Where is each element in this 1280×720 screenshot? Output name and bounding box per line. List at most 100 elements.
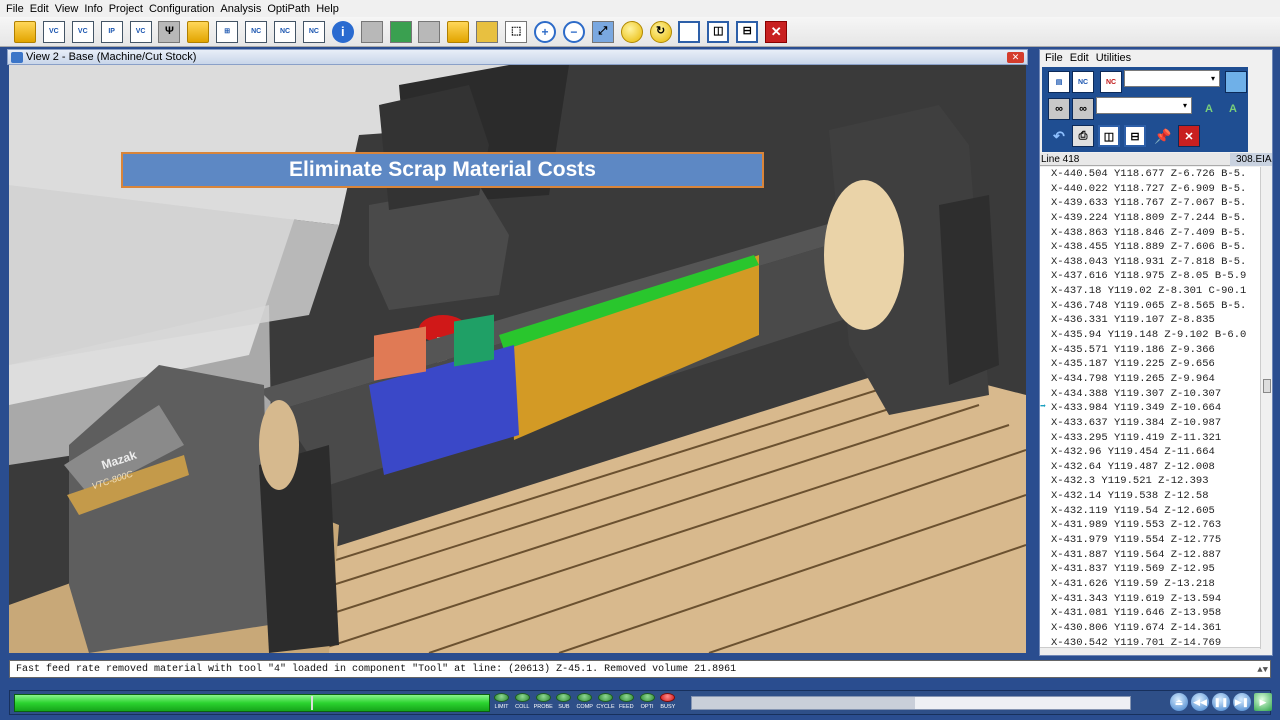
menu-edit[interactable]: Edit xyxy=(30,3,49,15)
program-select[interactable]: ▾ xyxy=(1124,70,1220,87)
fit-view-icon[interactable]: ⤢ xyxy=(591,20,614,43)
ip-project-icon[interactable]: IP xyxy=(100,20,123,43)
status-light-cycle[interactable]: CYCLE xyxy=(596,692,615,710)
menu-file[interactable]: File xyxy=(6,3,24,15)
status-light-sub[interactable]: SUB xyxy=(554,692,573,710)
split-vertical-icon[interactable]: ◫ xyxy=(1098,125,1120,147)
menu-optipath[interactable]: OptiPath xyxy=(267,3,310,15)
panel-close-icon[interactable]: ✕ xyxy=(1178,125,1200,147)
nc-code-line[interactable]: X-437.18 Y119.02 Z-8.301 C-90.1 xyxy=(1040,284,1260,299)
light-bulb-icon[interactable] xyxy=(620,20,643,43)
pin-icon[interactable]: 📌 xyxy=(1152,125,1174,147)
nc-code-line[interactable]: X-437.616 Y118.975 Z-8.05 B-5.9 xyxy=(1040,269,1260,284)
nc-code-list[interactable]: X-440.504 Y118.677 Z-6.726 B-5. X-440.022… xyxy=(1040,167,1260,649)
zoom-in-icon[interactable]: + xyxy=(534,20,557,43)
menu-configuration[interactable]: Configuration xyxy=(149,3,214,15)
nc-program-icon[interactable]: NC xyxy=(245,20,268,43)
nc-code-line[interactable]: X-433.637 Y119.384 Z-10.987 xyxy=(1040,416,1260,431)
menu-analysis[interactable]: Analysis xyxy=(220,3,261,15)
nc-code-line[interactable]: X-431.989 Y119.553 Z-12.763 xyxy=(1040,518,1260,533)
split-vertical-icon[interactable]: ◫ xyxy=(707,20,730,43)
step-back-icon[interactable]: ◀◀ xyxy=(1191,693,1209,711)
nc-code-line[interactable]: X-439.224 Y118.809 Z-7.244 B-5. xyxy=(1040,211,1260,226)
nc-code-line[interactable]: X-434.798 Y119.265 Z-9.964 xyxy=(1040,372,1260,387)
rewind-icon[interactable]: ⏏ xyxy=(1170,693,1188,711)
folder-check-icon[interactable] xyxy=(187,20,210,43)
step-forward-icon[interactable]: ▶❚ xyxy=(1233,693,1251,711)
status-light-comp[interactable]: COMP xyxy=(575,692,594,710)
info-icon[interactable]: i xyxy=(331,20,354,43)
print-icon[interactable]: ⎙ xyxy=(1072,125,1094,147)
play-icon[interactable]: ▶ xyxy=(1254,693,1272,711)
panel-menu-utilities[interactable]: Utilities xyxy=(1096,52,1131,64)
scroll-arrows-icon[interactable]: ▲▼ xyxy=(1257,662,1268,679)
nc-code-line[interactable]: X-433.295 Y119.419 Z-11.321 xyxy=(1040,431,1260,446)
component-tree-icon[interactable]: ⊞ xyxy=(216,20,239,43)
select-box-icon[interactable]: ⬚ xyxy=(505,20,528,43)
find-next-icon[interactable]: ∞ xyxy=(1072,98,1094,120)
scrollbar-thumb[interactable] xyxy=(1263,379,1271,393)
machine-view-icon[interactable] xyxy=(360,20,383,43)
nc-code-line[interactable]: X-439.633 Y118.767 Z-7.067 B-5. xyxy=(1040,196,1260,211)
nc-code-line[interactable]: X-432.3 Y119.521 Z-12.393 xyxy=(1040,474,1260,489)
nc-code-line[interactable]: ➡ X-433.984 Y119.349 Z-10.664 xyxy=(1040,401,1260,416)
undo-icon[interactable]: ↶ xyxy=(1048,125,1070,147)
speed-slider[interactable] xyxy=(691,696,1131,710)
tool-view-icon[interactable] xyxy=(418,20,441,43)
nc-code-line[interactable]: X-440.504 Y118.677 Z-6.726 B-5. xyxy=(1040,167,1260,182)
nc-code-line[interactable]: X-432.14 Y119.538 Z-12.58 xyxy=(1040,489,1260,504)
nc-code-line[interactable]: X-436.748 Y119.065 Z-8.565 B-5. xyxy=(1040,299,1260,314)
vc-project-icon[interactable]: VC xyxy=(42,20,65,43)
nc-code-line[interactable]: X-435.187 Y119.225 Z-9.656 xyxy=(1040,357,1260,372)
nc-code-line[interactable]: X-432.96 Y119.454 Z-11.664 xyxy=(1040,445,1260,460)
save-icon[interactable]: VC xyxy=(129,20,152,43)
nc-code-line[interactable]: X-438.043 Y118.931 Z-7.818 B-5. xyxy=(1040,255,1260,270)
nc-code-line[interactable]: X-431.343 Y119.619 Z-13.594 xyxy=(1040,592,1260,607)
nc-code-line[interactable]: X-431.979 Y119.554 Z-12.775 xyxy=(1040,533,1260,548)
nc-code-line[interactable]: X-438.863 Y118.846 Z-7.409 B-5. xyxy=(1040,226,1260,241)
nc-code-line[interactable]: X-431.837 Y119.569 Z-12.95 xyxy=(1040,562,1260,577)
nc-code-line[interactable]: X-436.331 Y119.107 Z-8.835 xyxy=(1040,313,1260,328)
nc-code-line[interactable]: X-435.571 Y119.186 Z-9.366 xyxy=(1040,343,1260,358)
nc-code-line[interactable]: X-438.455 Y118.889 Z-7.606 B-5. xyxy=(1040,240,1260,255)
nc-check-icon[interactable]: NC xyxy=(274,20,297,43)
nc-code-line[interactable]: X-440.022 Y118.727 Z-6.909 B-5. xyxy=(1040,182,1260,197)
status-light-busy[interactable]: BUSY xyxy=(658,692,677,710)
progress-marker[interactable] xyxy=(311,696,313,710)
nc-verify-icon[interactable]: NC xyxy=(1100,71,1122,93)
nc-code-line[interactable]: X-432.119 Y119.54 Z-12.605 xyxy=(1040,504,1260,519)
open-folder-icon[interactable] xyxy=(14,20,36,43)
panel-layout-icon[interactable] xyxy=(1225,71,1247,93)
panel-menu-file[interactable]: File xyxy=(1045,52,1063,64)
status-light-coll[interactable]: COLL xyxy=(513,692,532,710)
find-replace-icon[interactable]: A xyxy=(1198,98,1220,120)
panel-menu-edit[interactable]: Edit xyxy=(1070,52,1089,64)
menu-view[interactable]: View xyxy=(55,3,79,15)
configure-tools-icon[interactable]: Ψ xyxy=(158,20,181,43)
vc-save-icon[interactable]: VC xyxy=(71,20,94,43)
machine-3d-view[interactable]: Mazak VTC-800C Eliminate Scrap Material … xyxy=(9,65,1026,653)
nc-code-line[interactable]: X-434.388 Y119.307 Z-10.307 xyxy=(1040,387,1260,402)
code-vertical-scrollbar[interactable] xyxy=(1260,167,1272,649)
workpiece-view-icon[interactable] xyxy=(447,20,470,43)
stock-view-icon[interactable] xyxy=(389,20,412,43)
code-horizontal-scrollbar[interactable] xyxy=(1040,647,1260,655)
replace-all-icon[interactable]: A xyxy=(1222,98,1244,120)
pause-icon[interactable]: ❚❚ xyxy=(1212,693,1230,711)
menu-project[interactable]: Project xyxy=(109,3,143,15)
menu-info[interactable]: Info xyxy=(84,3,102,15)
search-combo[interactable]: ▾ xyxy=(1096,97,1192,114)
status-light-feed[interactable]: FEED xyxy=(617,692,636,710)
nc-code-line[interactable]: X-430.806 Y119.674 Z-14.361 xyxy=(1040,621,1260,636)
status-light-opti[interactable]: OPTI xyxy=(638,692,657,710)
nc-code-line[interactable]: X-431.887 Y119.564 Z-12.887 xyxy=(1040,548,1260,563)
nc-load-icon[interactable]: NC xyxy=(1072,71,1094,93)
zoom-out-icon[interactable]: − xyxy=(562,20,585,43)
binoculars-icon[interactable]: ∞ xyxy=(1048,98,1070,120)
nc-code-line[interactable]: X-431.626 Y119.59 Z-13.218 xyxy=(1040,577,1260,592)
nc-code-line[interactable]: X-431.081 Y119.646 Z-13.958 xyxy=(1040,606,1260,621)
gauge-icon[interactable] xyxy=(476,20,499,43)
close-icon[interactable]: ✕ xyxy=(765,20,788,43)
single-window-icon[interactable] xyxy=(678,20,701,43)
split-horizontal-icon[interactable]: ⊟ xyxy=(1124,125,1146,147)
